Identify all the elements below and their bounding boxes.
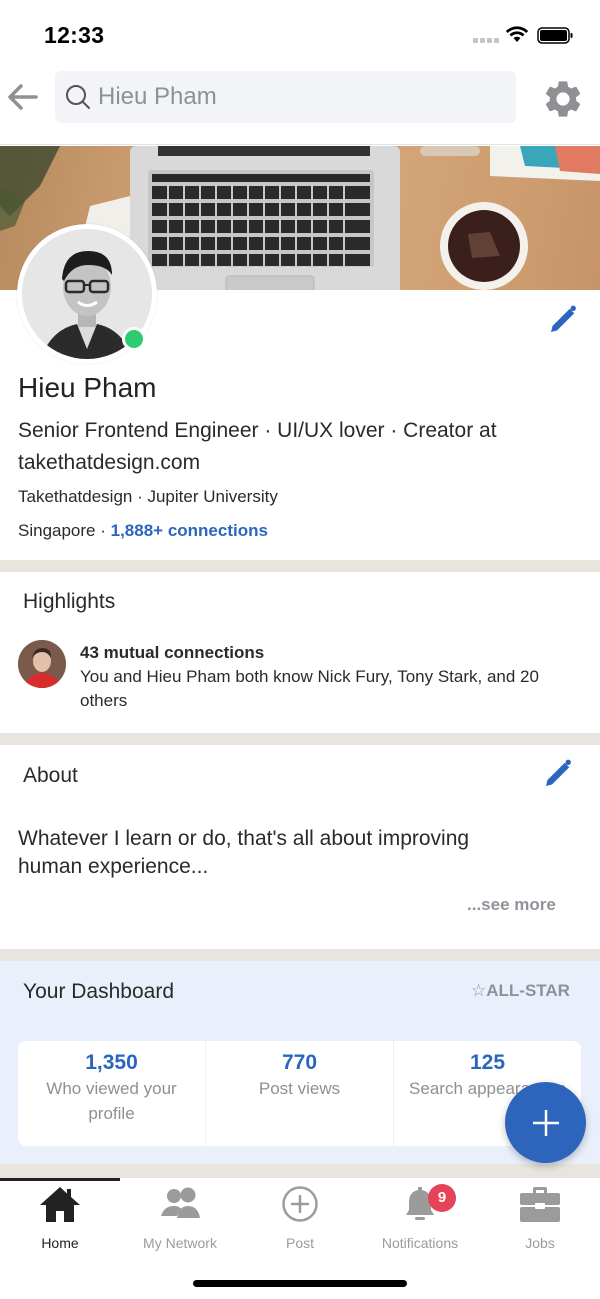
- signal-icon: [473, 38, 499, 43]
- nav-post[interactable]: Post: [240, 1184, 360, 1254]
- notification-badge: 9: [428, 1184, 456, 1212]
- pencil-icon: [546, 759, 571, 786]
- profile-company-school: Takethatdesign · Jupiter University: [18, 487, 278, 506]
- stat-profile-views[interactable]: 1,350 Who viewed your profile: [18, 1041, 206, 1146]
- home-icon: [40, 1187, 80, 1222]
- top-navigation: [0, 62, 600, 145]
- mutual-connections-description: You and Hieu Pham both know Nick Fury, T…: [80, 667, 539, 710]
- people-icon: [161, 1187, 200, 1218]
- edit-about-button[interactable]: [540, 756, 576, 792]
- mutual-connection-avatar[interactable]: [18, 640, 66, 688]
- about-title: About: [23, 764, 78, 787]
- section-divider: [0, 560, 600, 572]
- create-post-fab[interactable]: [505, 1082, 586, 1163]
- mutual-connections-title: 43 mutual connections: [80, 643, 265, 662]
- plus-circle-icon: [282, 1186, 318, 1222]
- nav-label: Home: [41, 1235, 79, 1251]
- section-divider: [0, 733, 600, 745]
- see-more-link[interactable]: ...see more: [467, 895, 556, 915]
- notifications-icon-wrap: 9: [398, 1184, 456, 1224]
- nav-home[interactable]: Home: [0, 1184, 120, 1254]
- stat-value: 125: [469, 1051, 506, 1074]
- search-input[interactable]: [98, 83, 498, 111]
- edit-profile-button[interactable]: [545, 302, 581, 338]
- home-indicator[interactable]: [193, 1280, 407, 1287]
- plus-icon: [532, 1109, 559, 1136]
- profile-info: Hieu Pham Senior Frontend Engineer · UI/…: [18, 370, 588, 547]
- nav-jobs[interactable]: Jobs: [480, 1184, 600, 1254]
- stat-label: Post views: [258, 1079, 341, 1098]
- wifi-icon: [505, 26, 529, 42]
- nav-label: Notifications: [381, 1235, 459, 1251]
- stat-value: 770: [281, 1051, 318, 1074]
- dashboard-stats: 1,350 Who viewed your profile 770 Post v…: [18, 1041, 581, 1146]
- section-divider: [0, 949, 600, 961]
- search-icon: [66, 85, 90, 109]
- gear-icon: [545, 81, 581, 117]
- stat-post-views[interactable]: 770 Post views: [206, 1041, 394, 1146]
- all-star-badge: ☆ALL-STAR: [471, 981, 570, 1000]
- about-text: Whatever I learn or do, that's all about…: [18, 827, 470, 878]
- battery-icon: [537, 27, 573, 44]
- connections-link[interactable]: 1,888+ connections: [111, 521, 268, 540]
- profile-location-connections: Singapore · 1,888+ connections: [18, 515, 588, 547]
- stat-label: Who viewed your profile: [46, 1079, 177, 1123]
- section-divider: [0, 1164, 600, 1177]
- nav-label: Jobs: [525, 1235, 555, 1251]
- search-bar[interactable]: [55, 71, 516, 123]
- online-status-indicator: [122, 327, 146, 351]
- stat-value: 1,350: [85, 1051, 138, 1074]
- mutual-connections-item[interactable]: 43 mutual connections You and Hieu Pham …: [80, 641, 590, 713]
- nav-my-network[interactable]: My Network: [120, 1184, 240, 1254]
- status-bar: 12:33: [0, 0, 600, 62]
- active-tab-indicator: [0, 1178, 120, 1181]
- profile-location: Singapore ·: [18, 521, 111, 540]
- briefcase-icon: [520, 1187, 560, 1222]
- arrow-left-icon: [8, 84, 38, 110]
- nav-label: My Network: [143, 1235, 217, 1251]
- nav-notifications[interactable]: 9 Notifications: [360, 1184, 480, 1254]
- profile-headline: Senior Frontend Engineer · UI/UX lover ·…: [18, 419, 497, 474]
- nav-label: Post: [285, 1235, 314, 1251]
- status-time: 12:33: [44, 22, 105, 48]
- highlights-title: Highlights: [23, 590, 116, 613]
- back-button[interactable]: [4, 78, 42, 116]
- pencil-icon: [551, 305, 576, 332]
- settings-button[interactable]: [541, 77, 585, 121]
- profile-name: Hieu Pham: [18, 372, 157, 403]
- dashboard-title: Your Dashboard: [23, 980, 174, 1003]
